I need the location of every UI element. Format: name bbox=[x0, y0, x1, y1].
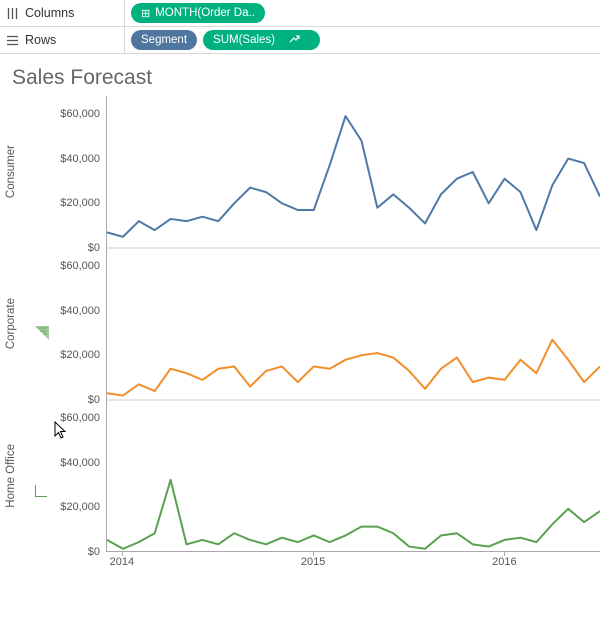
x-axis: 2014 2015 2016 bbox=[106, 552, 600, 578]
chart-panel: Corporate$0$20,000$40,000$60,000 bbox=[0, 248, 600, 400]
segment-label: Consumer bbox=[0, 96, 22, 248]
line-series[interactable] bbox=[107, 340, 600, 396]
chart-panel: Consumer$0$20,000$40,000$60,000 bbox=[0, 96, 600, 248]
columns-icon bbox=[6, 7, 19, 20]
columns-shelf[interactable]: Columns ⊞ MONTH(Order Da.. bbox=[0, 0, 600, 27]
segment-label: Corporate bbox=[0, 248, 22, 400]
y-axis: $0$20,000$40,000$60,000 bbox=[22, 400, 106, 552]
columns-pills[interactable]: ⊞ MONTH(Order Da.. bbox=[125, 0, 600, 26]
y-tick-label: $40,000 bbox=[22, 305, 100, 317]
x-tick-label: 2015 bbox=[301, 556, 325, 568]
columns-label-text: Columns bbox=[25, 6, 74, 20]
y-axis: $0$20,000$40,000$60,000 bbox=[22, 96, 106, 248]
x-tick-label: 2014 bbox=[110, 556, 134, 568]
pill-text: Segment bbox=[141, 34, 187, 46]
forecast-icon bbox=[289, 33, 300, 47]
y-tick-label: $40,000 bbox=[22, 457, 100, 469]
y-tick-label: $40,000 bbox=[22, 153, 100, 165]
y-tick-label: $60,000 bbox=[22, 108, 100, 120]
segment-label-text: Consumer bbox=[5, 145, 17, 198]
rows-shelf-label: Rows bbox=[0, 27, 125, 53]
y-tick-label: $20,000 bbox=[22, 501, 100, 513]
worksheet: Sales Forecast Consumer $0 $20,000 $40,000 $… bbox=[0, 54, 600, 578]
rows-label-text: Rows bbox=[25, 33, 56, 47]
y-tick-label: $0 bbox=[22, 546, 100, 558]
line-series[interactable] bbox=[107, 116, 600, 237]
pill-sum-sales[interactable]: SUM(Sales) bbox=[203, 30, 320, 50]
rows-pills[interactable]: Segment SUM(Sales) bbox=[125, 27, 600, 53]
plot-area[interactable] bbox=[106, 96, 600, 248]
y-tick-label: $60,000 bbox=[22, 260, 100, 272]
pill-text: SUM(Sales) bbox=[213, 34, 275, 46]
pill-text: MONTH(Order Da.. bbox=[155, 7, 255, 19]
rows-shelf[interactable]: Rows Segment SUM(Sales) bbox=[0, 27, 600, 54]
x-tick-label: 2016 bbox=[492, 556, 516, 568]
pill-segment[interactable]: Segment bbox=[131, 30, 197, 50]
columns-shelf-label: Columns bbox=[0, 0, 125, 26]
y-tick-label: $20,000 bbox=[22, 349, 100, 361]
plus-icon: ⊞ bbox=[141, 7, 150, 20]
y-axis: $0$20,000$40,000$60,000 bbox=[22, 248, 106, 400]
sheet-title[interactable]: Sales Forecast bbox=[0, 66, 600, 90]
plot-area[interactable] bbox=[106, 248, 600, 400]
plot-area[interactable] bbox=[106, 400, 600, 552]
y-tick-label: $60,000 bbox=[22, 412, 100, 424]
segment-label-text: Home Office bbox=[5, 444, 17, 508]
segment-label-text: Corporate bbox=[5, 298, 17, 349]
chart-area[interactable]: Consumer $0 $20,000 $40,000 $60,000 Corporate… bbox=[0, 96, 600, 578]
line-series[interactable] bbox=[107, 480, 600, 549]
pill-month-orderdate[interactable]: ⊞ MONTH(Order Da.. bbox=[131, 3, 265, 23]
rows-icon bbox=[6, 34, 19, 47]
y-tick-label: $20,000 bbox=[22, 197, 100, 209]
chart-panel: Home Office$0$20,000$40,000$60,000 bbox=[0, 400, 600, 552]
segment-label: Home Office bbox=[0, 400, 22, 552]
